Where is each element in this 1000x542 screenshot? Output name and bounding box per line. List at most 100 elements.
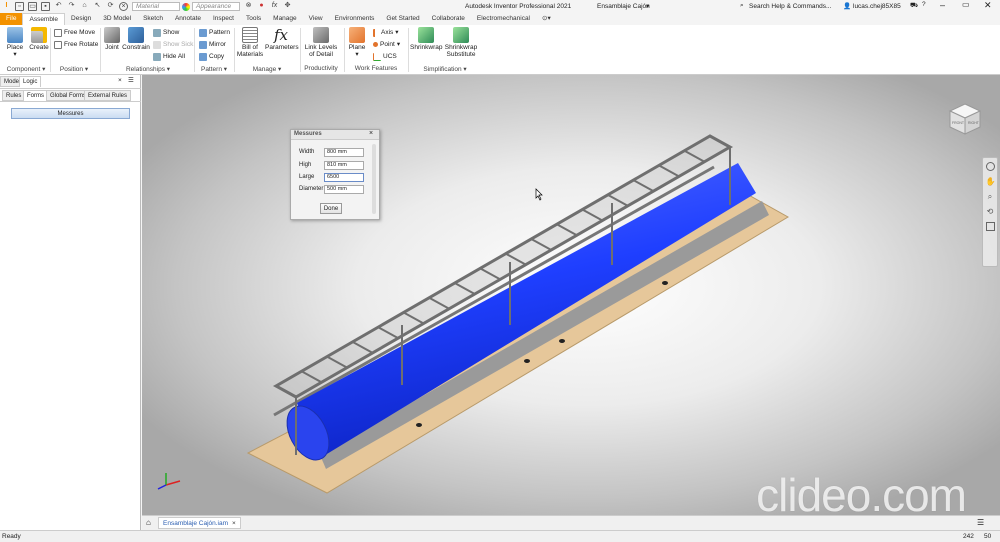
- tab-inspect[interactable]: Inspect: [207, 13, 240, 25]
- axis-button[interactable]: Axis ▾: [373, 28, 399, 37]
- update-icon[interactable]: ⟳: [106, 2, 115, 11]
- pattern-panel-title[interactable]: Pattern ▾: [196, 65, 232, 73]
- link-levels-button[interactable]: Link Levels of Detail: [302, 27, 340, 58]
- view-cube-icon[interactable]: [948, 102, 982, 136]
- tab-environments[interactable]: Environments: [329, 13, 381, 25]
- panel-close-icon[interactable]: ×: [118, 77, 122, 84]
- maximize-icon[interactable]: ▭: [962, 0, 970, 9]
- graphics-window[interactable]: FRONT RIGHT ✋ ⌕ ⟲: [142, 75, 1000, 515]
- new-icon[interactable]: ▫: [15, 2, 24, 11]
- bom-button[interactable]: Bill of Materials: [236, 27, 264, 58]
- doc-tab-close-icon[interactable]: ×: [232, 518, 236, 528]
- free-move-button[interactable]: Free Move: [54, 28, 95, 37]
- diameter-field[interactable]: 500 mm: [324, 185, 364, 194]
- cart-icon[interactable]: ⛟: [910, 1, 918, 10]
- undo-icon[interactable]: ↶: [54, 2, 63, 11]
- material-combo[interactable]: Material: [132, 2, 180, 11]
- create-button[interactable]: Create: [28, 27, 50, 51]
- tab-annotate[interactable]: Annotate: [169, 13, 207, 25]
- high-field[interactable]: 810 mm: [324, 161, 364, 170]
- width-field[interactable]: 800 mm: [324, 148, 364, 157]
- dialog-scrollbar[interactable]: [372, 144, 376, 214]
- tab-sketch[interactable]: Sketch: [137, 13, 169, 25]
- orbit-icon[interactable]: ⟲: [986, 207, 995, 216]
- tab-design[interactable]: Design: [65, 13, 97, 25]
- show-sick-button[interactable]: Show Sick: [153, 40, 193, 49]
- simplification-panel-title[interactable]: Simplification ▾: [410, 65, 480, 73]
- constrain-button[interactable]: Constrain: [122, 27, 150, 51]
- title-dropdown-icon[interactable]: ▾: [646, 2, 649, 10]
- doc-tab-ensamblaje[interactable]: Ensamblaje Cajón.iam ×: [158, 517, 241, 529]
- place-dropdown-icon: ▾: [13, 51, 17, 58]
- color-icon[interactable]: ●: [257, 2, 266, 11]
- plane-dropdown-icon: ▾: [355, 51, 359, 58]
- inventor-logo-icon[interactable]: I: [2, 2, 11, 11]
- shrinkwrap-substitute-button[interactable]: Shrinkwrap Substitute: [443, 27, 479, 58]
- pan-icon[interactable]: ✋: [986, 177, 996, 186]
- dialog-close-icon[interactable]: ×: [369, 130, 373, 137]
- minimize-icon[interactable]: –: [940, 0, 945, 10]
- tab-menu-icon[interactable]: ☰: [977, 518, 984, 527]
- pattern-button[interactable]: Pattern: [199, 28, 230, 37]
- axis-label: Axis: [381, 29, 394, 36]
- open-icon[interactable]: ▭: [28, 2, 37, 11]
- home-icon[interactable]: ⌂: [80, 2, 89, 11]
- search-input[interactable]: Search Help & Commands...: [749, 3, 831, 10]
- hide-all-button[interactable]: Hide All: [153, 52, 185, 61]
- steering-wheel-icon[interactable]: [985, 162, 995, 171]
- free-rotate-button[interactable]: Free Rotate: [54, 40, 98, 49]
- form-button-messures[interactable]: Messures: [11, 108, 130, 119]
- joint-button[interactable]: Joint: [102, 27, 122, 51]
- relationships-panel-title[interactable]: Relationships ▾: [104, 65, 192, 73]
- tab-assemble[interactable]: Assemble: [22, 13, 66, 25]
- select-icon[interactable]: ↖: [93, 2, 102, 11]
- tab-manage[interactable]: Manage: [267, 13, 303, 25]
- tab-external-rules[interactable]: External Rules: [84, 90, 132, 101]
- appearance-combo[interactable]: Appearance: [192, 2, 240, 11]
- tab-tools[interactable]: Tools: [240, 13, 267, 25]
- look-at-icon[interactable]: [985, 222, 995, 231]
- home-icon[interactable]: ⌂: [146, 518, 151, 527]
- copy-button[interactable]: Copy: [199, 52, 224, 61]
- tab-collaborate[interactable]: Collaborate: [426, 13, 471, 25]
- show-button[interactable]: Show: [153, 28, 179, 37]
- tab-logic[interactable]: Logic: [19, 76, 42, 87]
- tab-get-started[interactable]: Get Started: [380, 13, 425, 25]
- cancel-icon[interactable]: ×: [119, 2, 128, 11]
- ribbon-options-icon[interactable]: ⊙▾: [536, 13, 557, 25]
- redo-icon[interactable]: ↷: [67, 2, 76, 11]
- tab-rules[interactable]: Rules: [2, 90, 26, 101]
- point-dropdown-icon: ▾: [396, 41, 401, 48]
- place-label: Place: [6, 44, 24, 51]
- ucs-button[interactable]: UCS: [373, 52, 397, 61]
- mirror-button[interactable]: Mirror: [199, 40, 226, 49]
- position-panel-title[interactable]: Position ▾: [50, 65, 98, 73]
- tab-file[interactable]: File: [0, 13, 23, 25]
- tab-forms[interactable]: Forms: [23, 90, 48, 101]
- help-icon[interactable]: ?: [922, 1, 926, 8]
- user-name[interactable]: lucas.chej85X85: [853, 3, 901, 10]
- large-field[interactable]: 6500: [324, 173, 364, 182]
- move-icon[interactable]: ✥: [283, 2, 292, 11]
- panel-menu-icon[interactable]: ☰: [128, 76, 134, 84]
- shrinkwrap-button[interactable]: Shrinkwrap: [410, 27, 443, 51]
- zoom-icon[interactable]: ⌕: [986, 192, 995, 201]
- tab-3d-model[interactable]: 3D Model: [97, 13, 137, 25]
- dialog-title-bar[interactable]: Messures ×: [291, 130, 379, 140]
- point-button[interactable]: Point ▾: [373, 40, 400, 49]
- done-button[interactable]: Done: [320, 203, 342, 214]
- view-cube-front: FRONT: [952, 121, 965, 125]
- plane-button[interactable]: Plane ▾: [346, 27, 368, 58]
- fx-icon[interactable]: fx: [270, 2, 279, 11]
- parameters-button[interactable]: fx Parameters: [265, 27, 299, 51]
- clear-appearance-icon[interactable]: ⊗: [244, 2, 253, 11]
- tab-view[interactable]: View: [303, 13, 329, 25]
- assembly-model[interactable]: [142, 75, 1000, 515]
- close-icon[interactable]: ✕: [984, 0, 992, 11]
- manage-panel-title[interactable]: Manage ▾: [236, 65, 298, 73]
- tab-electromechanical[interactable]: Electromechanical: [471, 13, 536, 25]
- save-icon[interactable]: ▪: [41, 2, 50, 11]
- view-cube[interactable]: FRONT RIGHT: [948, 102, 982, 136]
- component-panel-title[interactable]: Component ▾: [2, 65, 50, 73]
- place-button[interactable]: Place ▾: [5, 27, 25, 58]
